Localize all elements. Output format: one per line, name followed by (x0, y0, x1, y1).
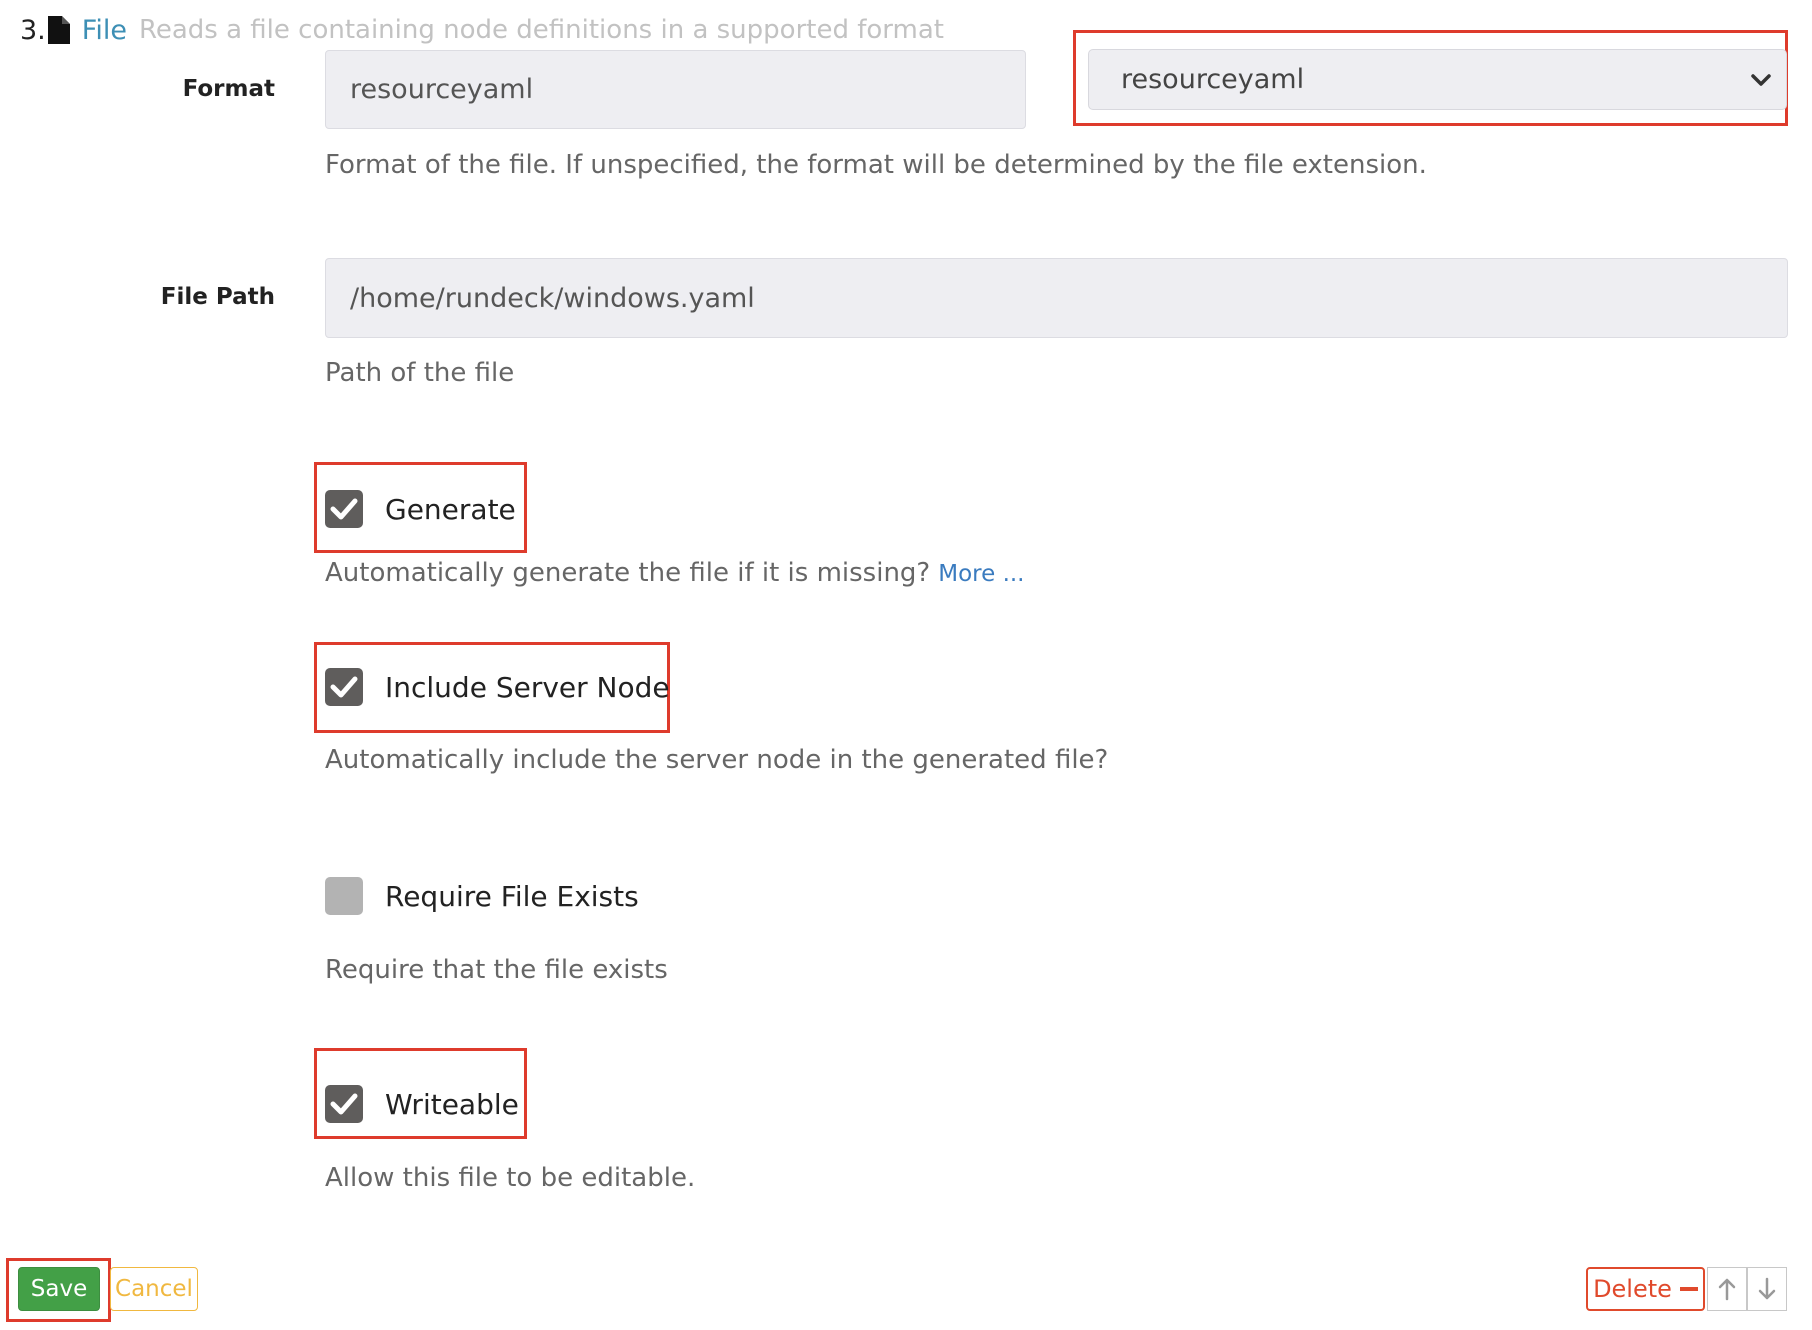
writeable-checkbox[interactable] (325, 1085, 363, 1123)
generate-help: Automatically generate the file if it is… (325, 558, 1025, 588)
chevron-down-icon (1751, 73, 1771, 86)
move-down-button[interactable] (1747, 1267, 1787, 1311)
generate-help-text: Automatically generate the file if it is… (325, 558, 931, 588)
plugin-header: 3. File Reads a file containing node def… (20, 12, 944, 48)
include-server-node-checkbox[interactable] (325, 668, 363, 706)
file-path-value: /home/rundeck/windows.yaml (350, 282, 755, 314)
checkmark-icon (330, 498, 358, 520)
format-help: Format of the file. If unspecified, the … (325, 150, 1427, 180)
file-path-input[interactable]: /home/rundeck/windows.yaml (325, 258, 1788, 338)
require-file-exists-help: Require that the file exists (325, 955, 668, 985)
writeable-checkbox-row[interactable]: Writeable (325, 1085, 519, 1123)
format-select[interactable]: resourceyaml (1088, 49, 1787, 110)
arrow-up-icon (1718, 1278, 1736, 1301)
writeable-help: Allow this file to be editable. (325, 1163, 696, 1193)
minus-icon (1679, 1287, 1698, 1291)
require-file-exists-checkbox[interactable] (325, 877, 363, 915)
save-button[interactable]: Save (18, 1267, 100, 1311)
generate-label: Generate (385, 492, 516, 526)
format-input[interactable]: resourceyaml (325, 50, 1026, 129)
format-input-value: resourceyaml (350, 74, 534, 105)
delete-button[interactable]: Delete (1586, 1267, 1705, 1311)
file-path-label: File Path (160, 284, 275, 310)
cancel-button[interactable]: Cancel (110, 1267, 198, 1311)
require-file-exists-checkbox-row[interactable]: Require File Exists (325, 877, 639, 915)
include-server-node-label: Include Server Node (385, 670, 670, 704)
plugin-index: 3. (20, 14, 46, 46)
include-server-node-help: Automatically include the server node in… (325, 745, 1109, 775)
checkmark-icon (330, 1093, 358, 1115)
require-file-exists-label: Require File Exists (385, 879, 639, 913)
format-label: Format (182, 76, 275, 102)
generate-checkbox[interactable] (325, 490, 363, 528)
plugin-description: Reads a file containing node definitions… (138, 15, 944, 45)
delete-label: Delete (1593, 1275, 1672, 1303)
format-select-value: resourceyaml (1121, 64, 1305, 95)
file-path-help: Path of the file (325, 358, 515, 388)
more-link[interactable]: More ... (938, 561, 1024, 587)
checkmark-icon (330, 676, 358, 698)
include-server-node-checkbox-row[interactable]: Include Server Node (325, 668, 670, 706)
arrow-down-icon (1758, 1277, 1776, 1300)
move-up-button[interactable] (1707, 1267, 1747, 1311)
file-icon (47, 16, 70, 44)
plugin-title[interactable]: File (82, 15, 127, 46)
writeable-label: Writeable (385, 1087, 519, 1121)
generate-checkbox-row[interactable]: Generate (325, 490, 516, 528)
